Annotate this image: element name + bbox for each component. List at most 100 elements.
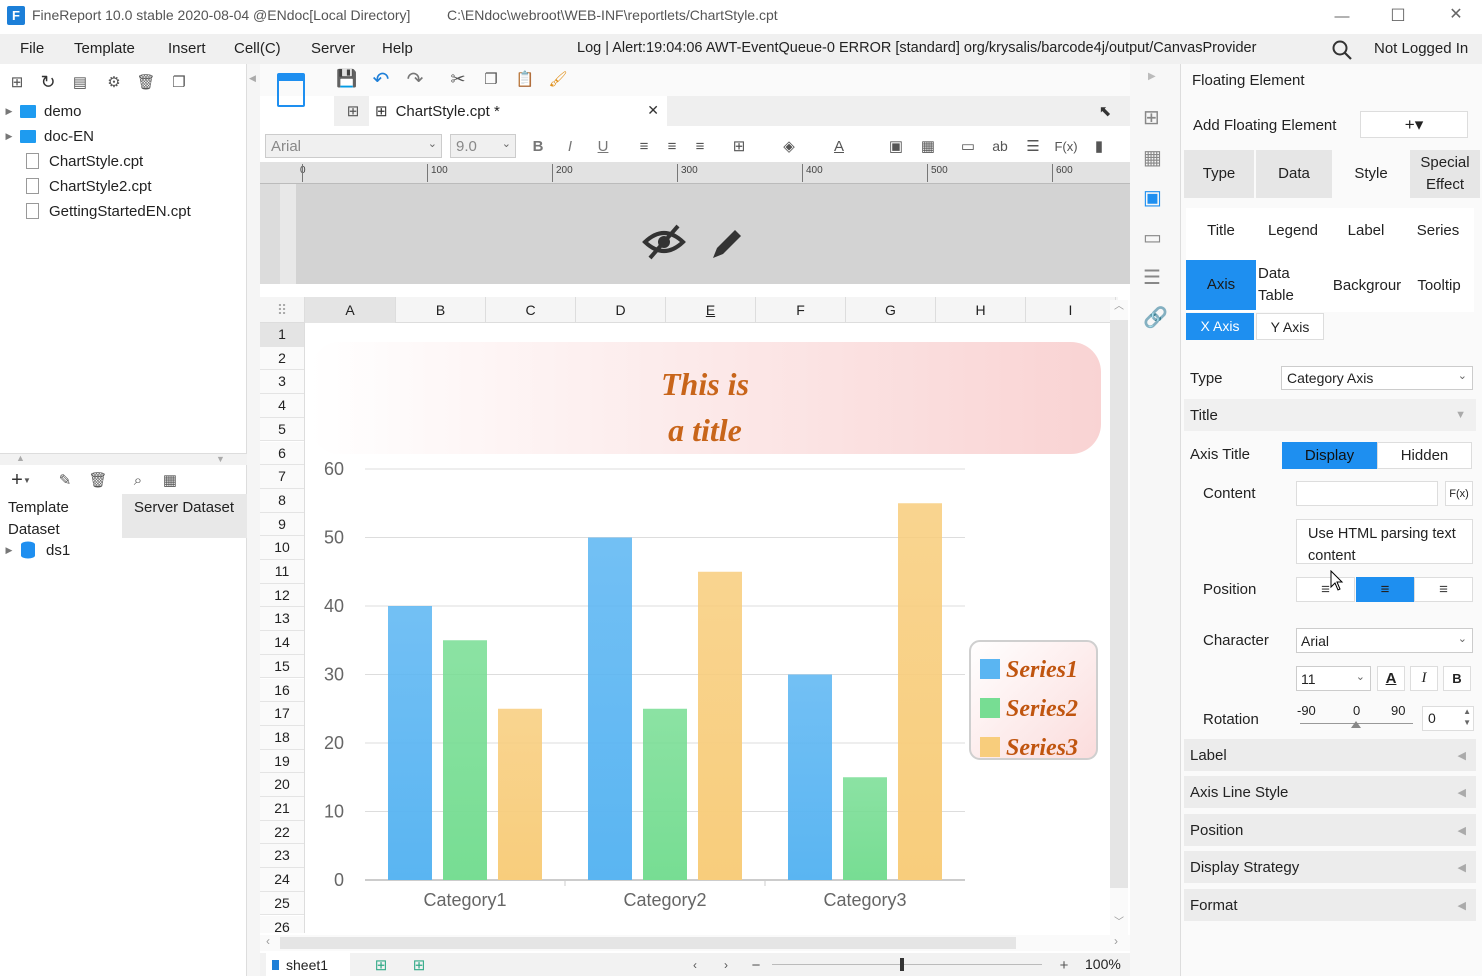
locate-icon[interactable]: ⚙: [103, 71, 125, 93]
section-axis-line-style[interactable]: Axis Line Style ◀: [1184, 776, 1476, 808]
unmerge-icon[interactable]: ▦: [917, 135, 939, 157]
subtab-axis[interactable]: Axis: [1186, 260, 1256, 310]
row-header[interactable]: 16: [260, 678, 304, 703]
size-select[interactable]: 9.0 ⌄: [450, 134, 516, 158]
row-header[interactable]: 9: [260, 512, 304, 537]
zoom-in-icon[interactable]: +: [1053, 954, 1075, 976]
tab-server-dataset[interactable]: Server Dataset: [122, 494, 247, 538]
char-font-select[interactable]: Arial ⌄: [1296, 628, 1473, 653]
zoom-slider[interactable]: [772, 958, 1042, 971]
scroll-down-icon[interactable]: ﹀: [1114, 918, 1124, 928]
grid-view-icon[interactable]: ⊞: [342, 100, 364, 122]
widget-settings-icon[interactable]: ▭: [1143, 228, 1162, 248]
hidden-button[interactable]: Hidden: [1377, 442, 1472, 469]
template-big-icon[interactable]: [277, 73, 305, 107]
row-header[interactable]: 19: [260, 749, 304, 774]
border-icon[interactable]: ⊞: [728, 135, 750, 157]
chart-insert-icon[interactable]: ▮: [1088, 135, 1110, 157]
row-header[interactable]: 12: [260, 583, 304, 608]
scroll-left-icon[interactable]: ‹: [266, 935, 270, 947]
row-header[interactable]: 25: [260, 891, 304, 916]
align-center-button[interactable]: ≡: [1356, 577, 1414, 602]
condition-icon[interactable]: ☰: [1143, 268, 1161, 288]
tree-item-chartstyle[interactable]: ChartStyle.cpt: [26, 149, 143, 173]
subtab-background[interactable]: Backgrour: [1330, 277, 1404, 294]
tree-item-demo[interactable]: ▶ demo: [2, 99, 82, 123]
menu-insert[interactable]: Insert: [168, 40, 206, 57]
tab-close-icon[interactable]: ✕: [647, 103, 659, 117]
section-label[interactable]: Label ◀: [1184, 739, 1476, 771]
collapse-up-icon[interactable]: ▲: [16, 454, 25, 463]
fill-color-icon[interactable]: ◈: [778, 135, 800, 157]
hide-eye-icon[interactable]: [642, 222, 686, 262]
scroll-up-icon[interactable]: ︿: [1114, 302, 1124, 312]
zoom-slider-thumb[interactable]: [900, 958, 904, 971]
expand-right-icon[interactable]: ▶: [1148, 72, 1156, 82]
tree-item-chartstyle2[interactable]: ChartStyle2.cpt: [26, 174, 152, 198]
file-tab[interactable]: ⊞ ChartStyle.cpt * ✕: [369, 96, 667, 126]
section-format[interactable]: Format ◀: [1184, 889, 1476, 921]
scroll-right-icon[interactable]: ›: [1114, 935, 1118, 947]
col-header-h[interactable]: H: [936, 297, 1026, 323]
new-folder-icon[interactable]: ⊞: [6, 71, 28, 93]
tab-style[interactable]: Style: [1334, 150, 1408, 198]
menu-cell[interactable]: Cell(C): [234, 40, 281, 57]
row-header[interactable]: 6: [260, 441, 304, 466]
sheet-tab[interactable]: sheet1: [266, 953, 350, 976]
formula-button[interactable]: F(x): [1445, 481, 1473, 506]
font-select[interactable]: Arial ⌄: [265, 134, 442, 158]
copy-icon[interactable]: ❐: [480, 68, 502, 90]
tree-item-doc-en[interactable]: ▶ doc-EN: [2, 124, 95, 148]
menu-file[interactable]: File: [20, 40, 44, 57]
bar-chart[interactable]: This is a title 0 10 20 30 40 50 60 Category1 Cate…: [305, 323, 1110, 933]
edit-icon[interactable]: ✎: [54, 469, 76, 491]
expand-icon[interactable]: ▶: [2, 106, 16, 116]
col-header-c[interactable]: C: [486, 297, 576, 323]
menu-help[interactable]: Help: [382, 40, 413, 57]
collapse-left-icon[interactable]: ◀: [249, 74, 256, 83]
rename-icon[interactable]: ▤: [69, 71, 91, 93]
tab-type[interactable]: Type: [1184, 150, 1254, 198]
italic-icon[interactable]: I: [559, 135, 581, 157]
text-icon[interactable]: ab: [989, 135, 1011, 157]
col-header-e[interactable]: E: [666, 297, 756, 323]
row-header[interactable]: 5: [260, 417, 304, 442]
undo-icon[interactable]: ↶: [370, 68, 392, 91]
char-color-button[interactable]: A: [1377, 666, 1405, 691]
dataset-properties-icon[interactable]: ▦: [159, 469, 181, 491]
row-header[interactable]: 17: [260, 702, 304, 726]
h-scroll-thumb[interactable]: [280, 937, 1016, 949]
col-header-g[interactable]: G: [846, 297, 936, 323]
align-right-button[interactable]: ≡: [1414, 577, 1473, 602]
search-icon[interactable]: [1331, 39, 1353, 61]
display-button[interactable]: Display: [1282, 442, 1377, 469]
expand-icon[interactable]: ▶: [2, 131, 16, 141]
col-header-b[interactable]: B: [396, 297, 486, 323]
paste-icon[interactable]: 📋: [514, 68, 536, 90]
subtab-tooltip[interactable]: Tooltip: [1404, 277, 1474, 294]
row-header[interactable]: 11: [260, 560, 304, 584]
wrap-icon[interactable]: ▭: [957, 135, 979, 157]
subtab-data-table[interactable]: Data Table: [1258, 263, 1302, 307]
tab-data[interactable]: Data: [1256, 150, 1332, 198]
cell-attribute-icon[interactable]: ▦: [1143, 148, 1162, 168]
align-left-icon[interactable]: ≡: [633, 135, 655, 157]
prev-sheet-icon[interactable]: ‹: [684, 954, 706, 976]
zoom-out-icon[interactable]: −: [745, 954, 767, 976]
tab-y-axis[interactable]: Y Axis: [1256, 313, 1324, 340]
section-title[interactable]: Title ▼: [1184, 399, 1476, 431]
collapse-down-icon[interactable]: ▼: [216, 455, 225, 464]
col-header-a[interactable]: A: [305, 297, 396, 323]
cut-icon[interactable]: ✂: [447, 68, 469, 90]
col-header-i[interactable]: I: [1026, 297, 1116, 323]
row-header[interactable]: 26: [260, 915, 304, 933]
align-right-icon[interactable]: ≡: [689, 135, 711, 157]
spinner-down-icon[interactable]: ▼: [1463, 719, 1471, 727]
left-collapse-bar[interactable]: ◀: [247, 64, 260, 976]
row-header[interactable]: 7: [260, 465, 304, 489]
refresh-icon[interactable]: ↻: [37, 71, 59, 93]
col-header-f[interactable]: F: [756, 297, 846, 323]
cell-element-icon[interactable]: ⊞: [1143, 108, 1160, 128]
row-header[interactable]: 13: [260, 607, 304, 632]
row-header[interactable]: 3: [260, 370, 304, 395]
